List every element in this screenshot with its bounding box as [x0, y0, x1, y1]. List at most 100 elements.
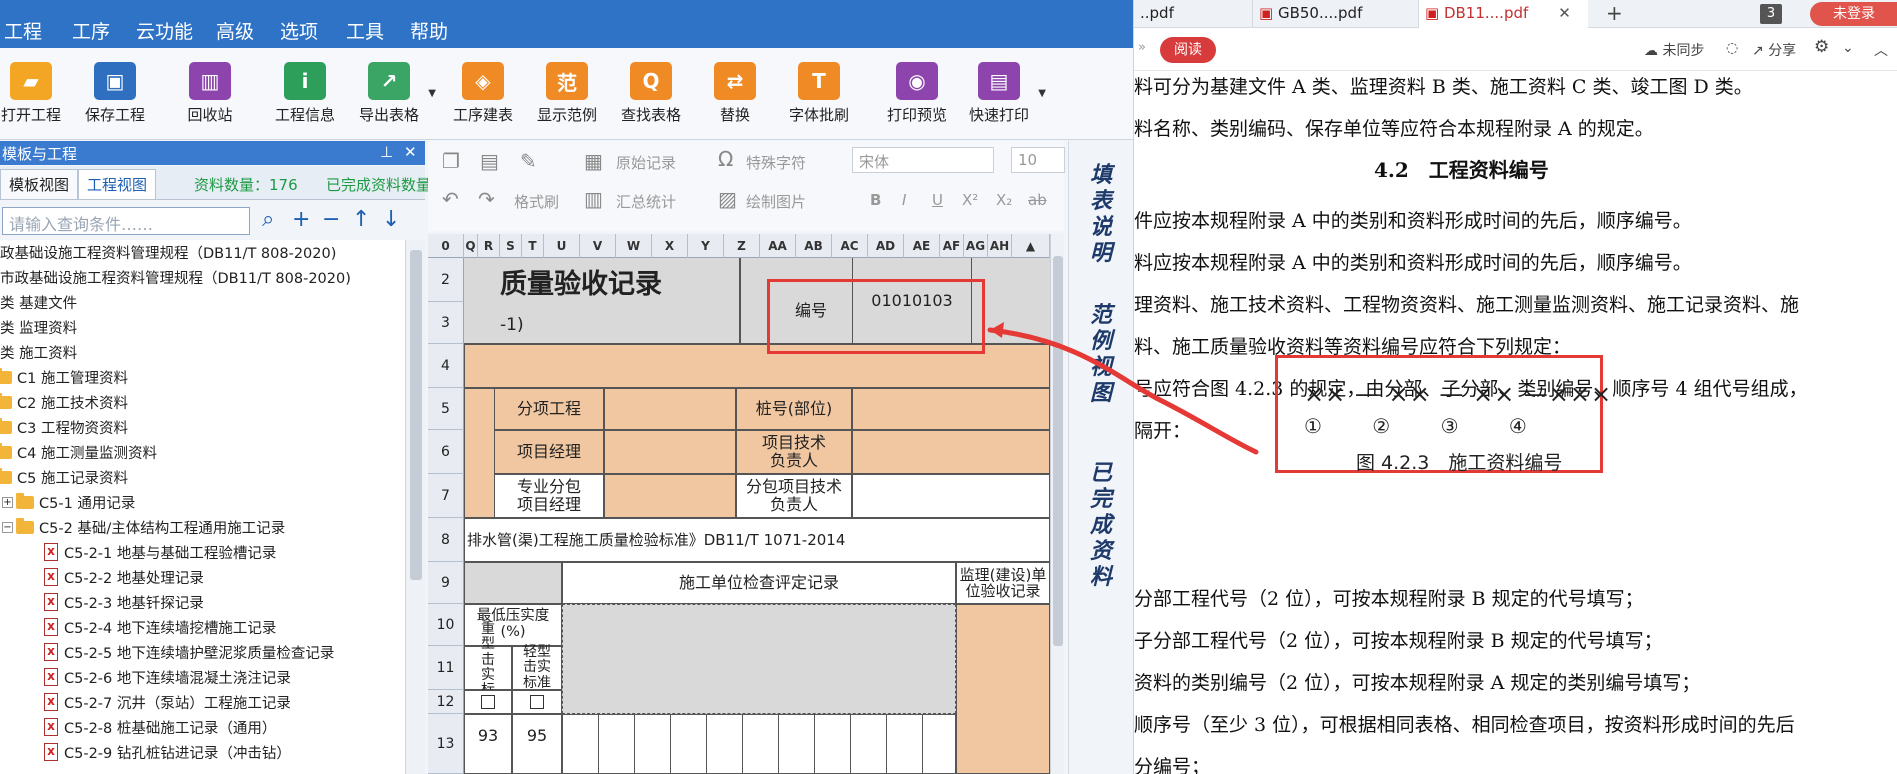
tree-item[interactable]: C4 施工测量监测资料 [0, 440, 157, 464]
draw-image-button[interactable]: 绘制图片 [746, 191, 806, 212]
row-header[interactable]: 11 [428, 646, 464, 690]
column-header-cell[interactable]: Q [464, 234, 478, 258]
tree-item[interactable]: 政基础设施工程资料管理规程（DB11/T 808-2020) [0, 240, 336, 264]
share-button[interactable]: ↗ 分享 [1752, 40, 1796, 60]
tree-item[interactable]: x C5-2-1 地基与基础工程验槽记录 [44, 540, 276, 564]
row-header[interactable]: 7 [428, 474, 464, 518]
undo-icon[interactable]: ↶ [442, 187, 459, 211]
tree-item[interactable]: x C5-2-6 地下连续墙混凝土浇注记录 [44, 665, 291, 689]
side-tab-example-view[interactable]: 范例视图 [1087, 303, 1115, 407]
underline-button[interactable]: U [932, 191, 943, 209]
read-mode-button[interactable]: 阅读 [1160, 37, 1216, 63]
tree-item[interactable]: x C5-2-7 沉井（泵站）工程施工记录 [44, 690, 291, 714]
original-record-button[interactable]: 原始记录 [616, 152, 676, 173]
menu-help[interactable]: 帮助 [410, 17, 448, 44]
project-info-button[interactable]: i 工程信息 [272, 54, 338, 134]
scroll-up-icon[interactable]: ▲ [1012, 234, 1050, 258]
column-header-cell[interactable]: U [544, 234, 580, 258]
tree-item[interactable]: 市政基础设施工程资料管理规程（DB11/T 808-2020) [0, 265, 351, 289]
row-header[interactable]: 10 [428, 604, 464, 646]
column-header-cell[interactable]: AC [832, 234, 868, 258]
chevron-down-icon[interactable]: ⌄ [1842, 40, 1854, 56]
tree-item[interactable]: C3 工程物资资料 [0, 415, 128, 439]
gear-icon[interactable]: ⚙ [1814, 37, 1829, 57]
menu-cloud[interactable]: 云功能 [136, 17, 193, 44]
tree-item[interactable]: − C5-2 基础/主体结构工程通用施工记录 [2, 515, 285, 539]
row-header[interactable]: 2 [428, 258, 464, 302]
bold-button[interactable]: B [870, 191, 881, 209]
menu-process[interactable]: 工序 [72, 17, 110, 44]
strikethrough-button[interactable]: ab [1028, 191, 1047, 209]
tree-item[interactable]: x C5-2-5 地下连续墙护壁泥浆质量检查记录 [44, 640, 334, 664]
tab-template-view[interactable]: 模板视图 [0, 169, 79, 199]
tree-item[interactable]: x C5-2-4 地下连续墙挖槽施工记录 [44, 615, 276, 639]
copy-icon[interactable]: ❐ [442, 149, 460, 173]
tree-item[interactable]: x C5-2-2 地基处理记录 [44, 565, 204, 589]
summary-button[interactable]: 汇总统计 [616, 191, 676, 212]
sheet-scrollbar[interactable] [1050, 234, 1064, 774]
column-header-cell[interactable]: W [616, 234, 652, 258]
pin-icon[interactable]: ⊥ [380, 143, 393, 161]
column-header-cell[interactable]: T [522, 234, 544, 258]
tab-count-badge[interactable]: 3 [1760, 4, 1782, 24]
open-project-button[interactable]: ▰ 打开工程 [0, 54, 62, 134]
column-header-cell[interactable]: AA [760, 234, 796, 258]
tree-scrollbar[interactable] [405, 240, 425, 774]
standard-row[interactable]: 排水管(渠)工程施工质量检验标准》DB11/T 1071-2014 [464, 518, 1050, 562]
column-header-cell[interactable]: Y [688, 234, 724, 258]
heavy-value[interactable]: 93 [464, 714, 512, 774]
recycle-bin-button[interactable]: ▥ 回收站 [180, 54, 240, 134]
italic-button[interactable]: I [902, 191, 906, 209]
close-icon[interactable]: ✕ [404, 143, 417, 161]
column-header-cell[interactable]: AG [964, 234, 988, 258]
tree-item[interactable]: x C5-2-8 桩基础施工记录（通用） [44, 715, 276, 739]
pdf-tab[interactable]: ..pdf [1134, 0, 1252, 28]
arrow-up-icon[interactable]: ↑ [352, 207, 370, 232]
row-header[interactable]: 6 [428, 430, 464, 474]
save-project-button[interactable]: ▣ 保存工程 [82, 54, 148, 134]
font-batch-button[interactable]: T 字体批刷 [786, 54, 852, 134]
pm-value[interactable] [604, 430, 736, 474]
font-select[interactable]: 宋体 [852, 147, 994, 173]
column-header-cell[interactable]: Z [724, 234, 760, 258]
sub-tech-value[interactable] [852, 474, 1050, 518]
tree-item[interactable]: 类 施工资料 [0, 340, 77, 364]
row-header[interactable]: 4 [428, 344, 464, 388]
replace-button[interactable]: ⇄ 替换 [702, 54, 768, 134]
supervision-area[interactable] [956, 604, 1050, 774]
tree-item[interactable]: 类 基建文件 [0, 290, 77, 314]
menu-project[interactable]: 工程 [4, 17, 42, 44]
pdf-tab[interactable]: ▣ GB50....pdf [1252, 0, 1418, 28]
special-char-button[interactable]: 特殊字符 [746, 152, 806, 173]
pdf-tab-active[interactable]: ▣ DB11....pdf ✕ [1418, 0, 1588, 28]
light-checkbox[interactable] [512, 690, 562, 714]
column-header-cell[interactable]: 0 [428, 234, 464, 258]
expand-icon[interactable]: » [1138, 40, 1146, 55]
arrow-down-icon[interactable]: ↓ [382, 207, 400, 232]
blank-gray-cell[interactable] [464, 562, 562, 604]
column-header-cell[interactable]: AD [868, 234, 904, 258]
format-painter-button[interactable]: 格式刷 [514, 191, 559, 212]
sub-pm-value[interactable] [604, 474, 736, 518]
pile-no-value[interactable] [852, 388, 1050, 430]
row-header[interactable]: 9 [428, 562, 464, 604]
edge-cell[interactable] [464, 388, 494, 518]
column-header-cell[interactable]: AB [796, 234, 832, 258]
tech-lead-value[interactable] [852, 430, 1050, 474]
column-header-cell[interactable]: X [652, 234, 688, 258]
column-header-cell[interactable]: AF [940, 234, 964, 258]
subscript-button[interactable]: X₂ [996, 191, 1012, 209]
show-example-button[interactable]: 范显示范例 [534, 54, 600, 134]
collapse-icon[interactable]: ︿ [1874, 40, 1888, 60]
tree-item[interactable]: x C5-2-3 地基钎探记录 [44, 590, 204, 614]
paste-icon[interactable]: ▤ [480, 149, 499, 173]
column-header-cell[interactable]: AH [988, 234, 1012, 258]
chevron-down-icon[interactable]: ▼ [428, 88, 436, 99]
row-header[interactable]: 5 [428, 388, 464, 430]
side-tab-fill-guide[interactable]: 填表说明 [1087, 163, 1115, 267]
column-header-cell[interactable]: R [478, 234, 500, 258]
process-build-button[interactable]: ◈ 工序建表 [450, 54, 516, 134]
superscript-button[interactable]: X² [962, 191, 978, 209]
login-button[interactable]: 未登录 [1810, 2, 1897, 26]
print-preview-button[interactable]: ◉ 打印预览 [884, 54, 950, 134]
